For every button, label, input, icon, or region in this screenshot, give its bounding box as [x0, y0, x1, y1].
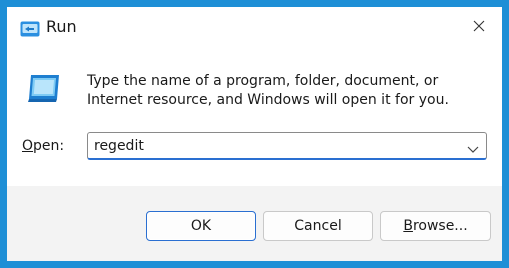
- open-label-text: pen:: [33, 138, 65, 154]
- run-icon: [20, 21, 40, 37]
- window-title: Run: [46, 17, 77, 36]
- browse-label: rowse...: [412, 218, 468, 234]
- instruction-text: Type the name of a program, folder, docu…: [87, 73, 449, 108]
- run-program-icon: [25, 71, 63, 105]
- close-button[interactable]: [456, 7, 502, 45]
- run-dialog: Run Type the name of a program, folder, …: [7, 7, 502, 261]
- close-icon: [473, 17, 485, 36]
- chevron-down-icon[interactable]: [466, 140, 480, 153]
- open-combobox[interactable]: [87, 132, 487, 160]
- cancel-button[interactable]: Cancel: [263, 211, 373, 241]
- browse-button[interactable]: Browse...: [380, 211, 491, 241]
- open-label-mnemonic: O: [22, 138, 34, 154]
- open-label: Open:: [22, 138, 64, 154]
- open-input[interactable]: [94, 133, 444, 158]
- ok-button[interactable]: OK: [146, 211, 256, 241]
- title-bar[interactable]: Run: [7, 7, 502, 45]
- window-frame: Run Type the name of a program, folder, …: [0, 0, 509, 268]
- browse-mnemonic: B: [403, 218, 413, 234]
